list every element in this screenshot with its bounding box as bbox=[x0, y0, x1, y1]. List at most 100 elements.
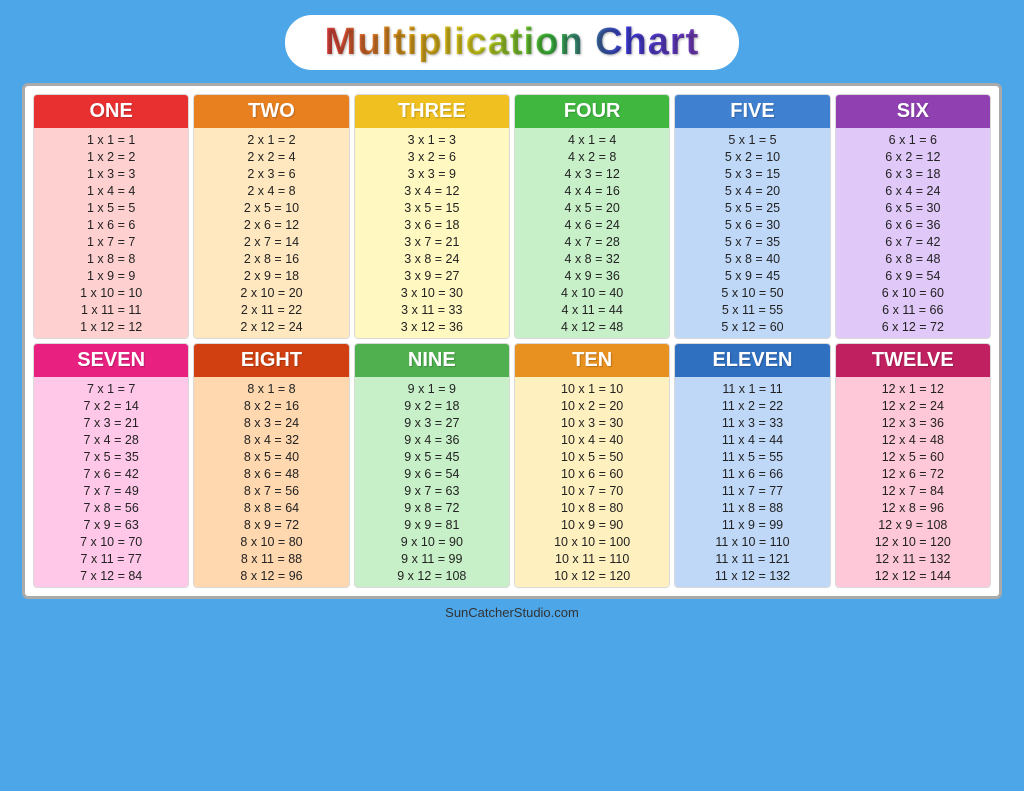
table-row: 12 x 12 = 144 bbox=[842, 567, 984, 584]
table-row: 11 x 10 = 110 bbox=[681, 533, 823, 550]
chart-wrapper: ONE1 x 1 = 11 x 2 = 21 x 3 = 31 x 4 = 41… bbox=[22, 83, 1002, 599]
table-row: 8 x 11 = 88 bbox=[200, 550, 342, 567]
table-row: 11 x 1 = 11 bbox=[681, 380, 823, 397]
table-row: 7 x 4 = 28 bbox=[40, 431, 182, 448]
table-row: 9 x 11 = 99 bbox=[361, 550, 503, 567]
table-row: 6 x 11 = 66 bbox=[842, 301, 984, 318]
table-row: 4 x 6 = 24 bbox=[521, 216, 663, 233]
table-row: 10 x 12 = 120 bbox=[521, 567, 663, 584]
table-row: 9 x 4 = 36 bbox=[361, 431, 503, 448]
table-row: 1 x 5 = 5 bbox=[40, 199, 182, 216]
table-row: 11 x 3 = 33 bbox=[681, 414, 823, 431]
table-row: 2 x 6 = 12 bbox=[200, 216, 342, 233]
table-header-twelve: TWELVE bbox=[836, 344, 990, 377]
table-row: 8 x 5 = 40 bbox=[200, 448, 342, 465]
table-header-five: FIVE bbox=[675, 95, 829, 128]
table-row: 9 x 1 = 9 bbox=[361, 380, 503, 397]
table-one: ONE1 x 1 = 11 x 2 = 21 x 3 = 31 x 4 = 41… bbox=[33, 94, 189, 339]
table-row: 12 x 9 = 108 bbox=[842, 516, 984, 533]
table-row: 9 x 3 = 27 bbox=[361, 414, 503, 431]
table-row: 11 x 12 = 132 bbox=[681, 567, 823, 584]
page-title: Multiplication Chart bbox=[325, 21, 700, 64]
table-body-five: 5 x 1 = 55 x 2 = 105 x 3 = 155 x 4 = 205… bbox=[675, 128, 829, 338]
table-row: 6 x 9 = 54 bbox=[842, 267, 984, 284]
table-row: 10 x 2 = 20 bbox=[521, 397, 663, 414]
table-row: 5 x 3 = 15 bbox=[681, 165, 823, 182]
table-row: 4 x 3 = 12 bbox=[521, 165, 663, 182]
table-eight: EIGHT8 x 1 = 88 x 2 = 168 x 3 = 248 x 4 … bbox=[193, 343, 349, 588]
table-row: 8 x 2 = 16 bbox=[200, 397, 342, 414]
table-row: 12 x 10 = 120 bbox=[842, 533, 984, 550]
table-nine: NINE9 x 1 = 99 x 2 = 189 x 3 = 279 x 4 =… bbox=[354, 343, 510, 588]
table-row: 8 x 10 = 80 bbox=[200, 533, 342, 550]
table-row: 10 x 9 = 90 bbox=[521, 516, 663, 533]
table-row: 11 x 6 = 66 bbox=[681, 465, 823, 482]
table-ten: TEN10 x 1 = 1010 x 2 = 2010 x 3 = 3010 x… bbox=[514, 343, 670, 588]
table-row: 12 x 1 = 12 bbox=[842, 380, 984, 397]
table-row: 12 x 6 = 72 bbox=[842, 465, 984, 482]
table-five: FIVE5 x 1 = 55 x 2 = 105 x 3 = 155 x 4 =… bbox=[674, 94, 830, 339]
table-row: 4 x 12 = 48 bbox=[521, 318, 663, 335]
table-row: 11 x 7 = 77 bbox=[681, 482, 823, 499]
table-row: 8 x 9 = 72 bbox=[200, 516, 342, 533]
table-body-two: 2 x 1 = 22 x 2 = 42 x 3 = 62 x 4 = 82 x … bbox=[194, 128, 348, 338]
table-row: 3 x 4 = 12 bbox=[361, 182, 503, 199]
table-row: 3 x 11 = 33 bbox=[361, 301, 503, 318]
table-row: 3 x 5 = 15 bbox=[361, 199, 503, 216]
table-row: 9 x 9 = 81 bbox=[361, 516, 503, 533]
table-row: 2 x 12 = 24 bbox=[200, 318, 342, 335]
table-body-six: 6 x 1 = 66 x 2 = 126 x 3 = 186 x 4 = 246… bbox=[836, 128, 990, 338]
table-two: TWO2 x 1 = 22 x 2 = 42 x 3 = 62 x 4 = 82… bbox=[193, 94, 349, 339]
table-row: 12 x 3 = 36 bbox=[842, 414, 984, 431]
table-row: 1 x 7 = 7 bbox=[40, 233, 182, 250]
table-row: 5 x 10 = 50 bbox=[681, 284, 823, 301]
table-row: 3 x 12 = 36 bbox=[361, 318, 503, 335]
table-row: 1 x 9 = 9 bbox=[40, 267, 182, 284]
table-row: 8 x 8 = 64 bbox=[200, 499, 342, 516]
table-row: 10 x 4 = 40 bbox=[521, 431, 663, 448]
table-row: 6 x 3 = 18 bbox=[842, 165, 984, 182]
table-row: 5 x 11 = 55 bbox=[681, 301, 823, 318]
table-row: 7 x 3 = 21 bbox=[40, 414, 182, 431]
table-row: 10 x 5 = 50 bbox=[521, 448, 663, 465]
table-row: 12 x 5 = 60 bbox=[842, 448, 984, 465]
table-row: 12 x 8 = 96 bbox=[842, 499, 984, 516]
table-row: 9 x 10 = 90 bbox=[361, 533, 503, 550]
table-row: 12 x 2 = 24 bbox=[842, 397, 984, 414]
table-row: 10 x 6 = 60 bbox=[521, 465, 663, 482]
table-row: 1 x 3 = 3 bbox=[40, 165, 182, 182]
table-twelve: TWELVE12 x 1 = 1212 x 2 = 2412 x 3 = 361… bbox=[835, 343, 991, 588]
table-row: 3 x 1 = 3 bbox=[361, 131, 503, 148]
table-header-ten: TEN bbox=[515, 344, 669, 377]
table-row: 5 x 2 = 10 bbox=[681, 148, 823, 165]
table-body-four: 4 x 1 = 44 x 2 = 84 x 3 = 124 x 4 = 164 … bbox=[515, 128, 669, 338]
table-row: 7 x 5 = 35 bbox=[40, 448, 182, 465]
table-header-three: THREE bbox=[355, 95, 509, 128]
table-row: 9 x 5 = 45 bbox=[361, 448, 503, 465]
table-row: 2 x 2 = 4 bbox=[200, 148, 342, 165]
table-header-eight: EIGHT bbox=[194, 344, 348, 377]
table-body-nine: 9 x 1 = 99 x 2 = 189 x 3 = 279 x 4 = 369… bbox=[355, 377, 509, 587]
table-row: 5 x 8 = 40 bbox=[681, 250, 823, 267]
table-row: 3 x 7 = 21 bbox=[361, 233, 503, 250]
chart-row-top: ONE1 x 1 = 11 x 2 = 21 x 3 = 31 x 4 = 41… bbox=[33, 94, 991, 339]
table-row: 9 x 7 = 63 bbox=[361, 482, 503, 499]
table-header-four: FOUR bbox=[515, 95, 669, 128]
table-header-six: SIX bbox=[836, 95, 990, 128]
table-row: 6 x 10 = 60 bbox=[842, 284, 984, 301]
table-row: 4 x 5 = 20 bbox=[521, 199, 663, 216]
table-row: 7 x 2 = 14 bbox=[40, 397, 182, 414]
table-row: 11 x 5 = 55 bbox=[681, 448, 823, 465]
table-row: 3 x 10 = 30 bbox=[361, 284, 503, 301]
table-row: 1 x 6 = 6 bbox=[40, 216, 182, 233]
table-row: 12 x 4 = 48 bbox=[842, 431, 984, 448]
table-row: 7 x 11 = 77 bbox=[40, 550, 182, 567]
table-header-two: TWO bbox=[194, 95, 348, 128]
table-row: 8 x 12 = 96 bbox=[200, 567, 342, 584]
table-row: 1 x 4 = 4 bbox=[40, 182, 182, 199]
table-row: 7 x 7 = 49 bbox=[40, 482, 182, 499]
table-row: 9 x 2 = 18 bbox=[361, 397, 503, 414]
table-row: 10 x 10 = 100 bbox=[521, 533, 663, 550]
table-row: 9 x 12 = 108 bbox=[361, 567, 503, 584]
table-row: 10 x 1 = 10 bbox=[521, 380, 663, 397]
